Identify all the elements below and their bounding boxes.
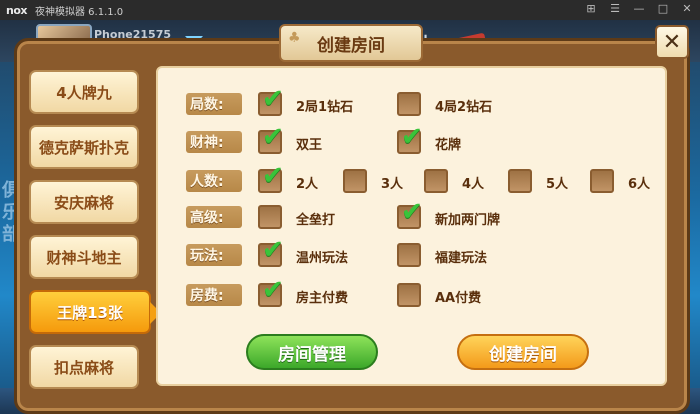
checkbox-players-4[interactable]: [424, 169, 448, 193]
option-label: 温州玩法: [296, 251, 349, 266]
checkbox-fujian-rules[interactable]: [397, 243, 421, 267]
window-title: 夜神模拟器 6.1.1.0: [34, 6, 124, 18]
row-label-room-fee: 房费:: [186, 284, 242, 306]
check-icon: ✔: [262, 84, 284, 114]
option-label: 福建玩法: [435, 251, 488, 266]
checkbox-players-3[interactable]: [343, 169, 367, 193]
clover-icon: ♣: [288, 30, 301, 46]
checkbox-host-pays[interactable]: ✔: [258, 277, 284, 307]
checkbox-wenzhou-rules[interactable]: ✔: [258, 237, 284, 267]
check-icon: ✔: [262, 161, 284, 191]
close-window-icon[interactable]: ✕: [680, 2, 694, 15]
checkbox-players-2[interactable]: ✔: [258, 163, 284, 193]
option-label: 6人: [628, 177, 651, 192]
option-label: 2人: [296, 177, 319, 192]
row-label-rounds: 局数:: [186, 93, 242, 115]
checkbox-players-6[interactable]: [590, 169, 614, 193]
close-button[interactable]: ✕: [655, 25, 689, 59]
row-label-gameplay: 玩法:: [186, 244, 242, 266]
dialog-title: 创建房间: [279, 24, 423, 62]
option-label: 3人: [381, 177, 404, 192]
nox-logo: nox: [6, 3, 27, 17]
row-label-players: 人数:: [186, 170, 242, 192]
option-label: 4人: [462, 177, 485, 192]
option-label: 2局1钻石: [296, 100, 354, 115]
room-management-button[interactable]: 房间管理: [246, 334, 378, 370]
checkbox-double-joker[interactable]: ✔: [258, 124, 284, 154]
option-label: 5人: [546, 177, 569, 192]
checkbox-rounds-4[interactable]: [397, 92, 421, 116]
tab-caishen-doudizhu[interactable]: 财神斗地主: [29, 235, 139, 279]
option-label: AA付费: [435, 291, 482, 306]
check-icon: ✔: [401, 122, 423, 152]
check-icon: ✔: [262, 275, 284, 305]
tab-koudian-mahjong[interactable]: 扣点麻将: [29, 345, 139, 389]
option-label: 新加两门牌: [435, 213, 501, 228]
checkbox-players-5[interactable]: [508, 169, 532, 193]
multi-window-icon[interactable]: ⊞: [584, 2, 598, 15]
checkbox-rounds-2[interactable]: ✔: [258, 86, 284, 116]
check-icon: ✔: [401, 197, 423, 227]
checkbox-home-run[interactable]: [258, 205, 282, 229]
row-label-advanced: 高级:: [186, 206, 242, 228]
tab-texas-holdem[interactable]: 德克萨斯扑克: [29, 125, 139, 169]
menu-icon[interactable]: ☰: [608, 2, 622, 15]
tab-anqing-mahjong[interactable]: 安庆麻将: [29, 180, 139, 224]
emulator-title-bar: nox 夜神模拟器 6.1.1.0 ⊞ ☰ — □ ✕: [0, 0, 700, 20]
checkbox-flower-cards[interactable]: ✔: [397, 124, 423, 154]
maximize-icon[interactable]: □: [656, 2, 670, 15]
checkbox-add-two-suits[interactable]: ✔: [397, 199, 423, 229]
window-controls: ⊞ ☰ — □ ✕: [584, 2, 694, 15]
option-label: 双王: [296, 138, 323, 153]
create-room-button[interactable]: 创建房间: [457, 334, 589, 370]
check-icon: ✔: [262, 122, 284, 152]
minimize-icon[interactable]: —: [632, 2, 646, 15]
check-icon: ✔: [262, 235, 284, 265]
option-label: 花牌: [435, 138, 462, 153]
row-label-caishen: 财神:: [186, 131, 242, 153]
tab-4-paigow[interactable]: 4人牌九: [29, 70, 139, 114]
option-label: 全垒打: [296, 213, 336, 228]
option-label: 4局2钻石: [435, 100, 493, 115]
tab-wangpai-13[interactable]: 王牌13张: [29, 290, 161, 334]
option-label: 房主付费: [296, 291, 349, 306]
checkbox-aa-pays[interactable]: [397, 283, 421, 307]
